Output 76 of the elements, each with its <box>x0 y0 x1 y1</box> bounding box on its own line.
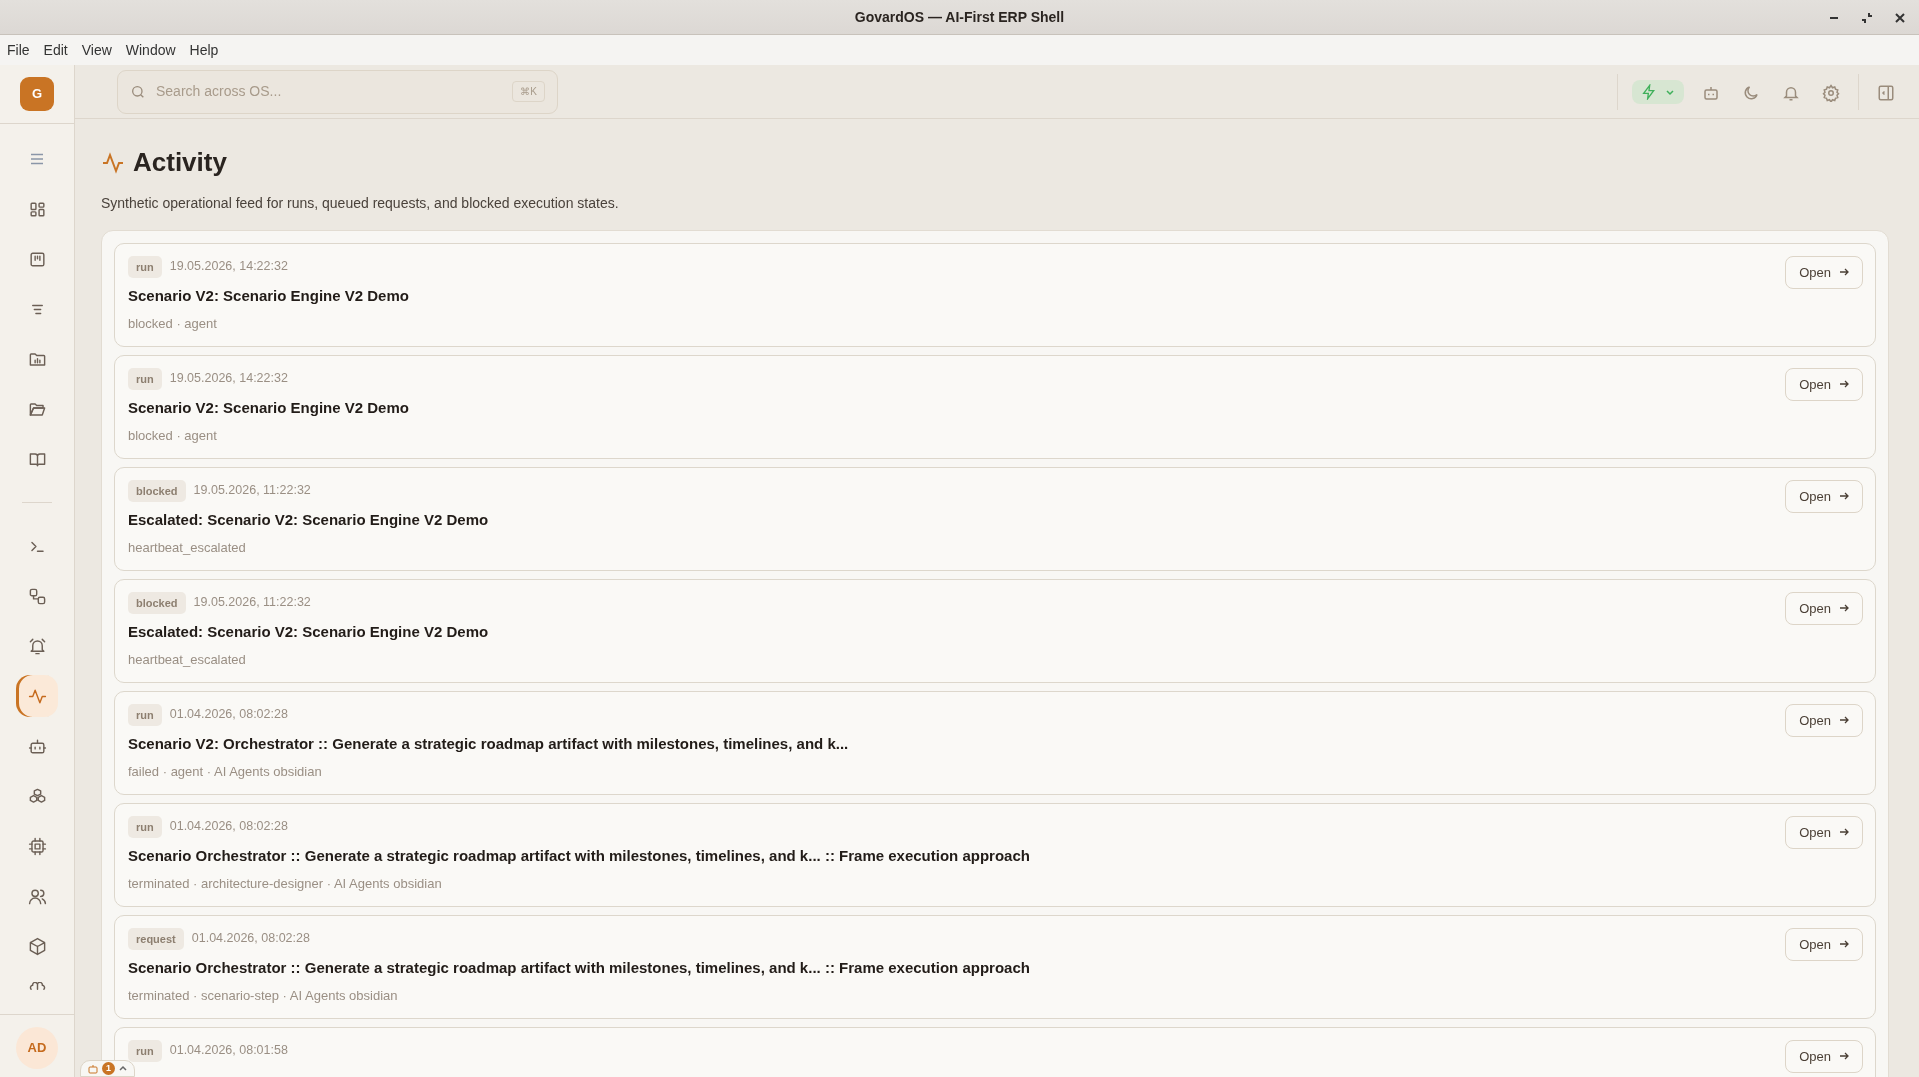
item-title: Scenario Orchestrator :: Generate a strategic roadmap artifact with milestones, timelines, and k... :: Frame execution approach <box>128 846 1031 867</box>
type-tag: run <box>128 815 162 839</box>
item-meta: terminated · architecture-designer · AI Agents obsidian <box>128 874 443 893</box>
open-button[interactable]: Open <box>1785 815 1863 850</box>
type-tag: blocked <box>128 591 186 615</box>
sidebar-button[interactable] <box>16 675 58 717</box>
arrow-icon <box>1839 267 1849 278</box>
item-title: Escalated: Scenario V2: Scenario Engine V2 Demo <box>128 510 490 531</box>
arrow-icon <box>1839 379 1849 390</box>
shortcut-hint: ⌘K <box>512 81 545 103</box>
arrow-icon <box>1839 603 1849 614</box>
close-icon[interactable] <box>1895 12 1905 23</box>
arrow-icon <box>1839 491 1849 502</box>
window-title: GovardOS — AI-First ERP Shell <box>854 7 1065 27</box>
timestamp: 19.05.2026, 14:22:32 <box>169 370 288 388</box>
chip-icon <box>27 836 47 856</box>
menu-item[interactable]: Window <box>118 39 183 61</box>
open-button[interactable]: Open <box>1785 927 1863 962</box>
open-button[interactable]: Open <box>1785 367 1863 402</box>
timestamp: 19.05.2026, 11:22:32 <box>193 594 311 612</box>
timestamp: 01.04.2026, 08:01:58 <box>169 1042 288 1060</box>
search-icon <box>130 83 146 100</box>
arrow-icon <box>1839 939 1849 950</box>
notification-count: 1 <box>102 1062 115 1075</box>
item-title: Escalated: Scenario V2: Scenario Engine V2 Demo <box>128 622 490 643</box>
open-button[interactable]: Open <box>1785 479 1863 514</box>
item-meta: terminated · scenario-step · AI Agents obsidian <box>128 986 399 1005</box>
page-subtitle: Synthetic operational feed for runs, queued requests, and blocked execution states. <box>101 193 620 213</box>
power-mode-dropdown[interactable] <box>1632 79 1684 104</box>
open-button[interactable]: Open <box>1785 703 1863 738</box>
item-title: Scenario V2: Scenario Engine V2 Demo <box>128 286 410 307</box>
item-meta: heartbeat_escalated <box>128 650 247 669</box>
robot-icon <box>27 736 47 756</box>
timestamp: 01.04.2026, 08:02:28 <box>169 818 288 836</box>
open-button[interactable]: Open <box>1785 255 1863 290</box>
open-button[interactable]: Open <box>1785 591 1863 626</box>
arrow-icon <box>1839 1051 1849 1062</box>
board-icon <box>27 249 47 269</box>
arrow-icon <box>1839 715 1849 726</box>
alarm-bell-icon <box>27 636 47 656</box>
grid-icon <box>27 199 47 219</box>
package-icon <box>27 936 47 956</box>
type-tag: request <box>128 927 184 951</box>
item-meta: heartbeat_escalated <box>128 538 247 557</box>
robot-icon <box>87 1062 99 1075</box>
arrow-icon <box>1839 827 1849 838</box>
restore-icon[interactable] <box>1861 11 1873 24</box>
menu-item[interactable]: File <box>0 39 37 61</box>
type-tag: run <box>128 367 162 391</box>
item-meta: failed · agent · AI Agents obsidian <box>128 762 323 781</box>
item-title: Scenario Orchestrator :: Generate a strategic roadmap artifact with milestones, timelines, and k... :: Frame execution approach <box>128 958 1031 979</box>
workflow-icon <box>27 586 47 606</box>
type-tag: run <box>128 703 162 727</box>
menu-item[interactable]: Edit <box>36 39 75 61</box>
open-button[interactable]: Open <box>1785 1039 1863 1074</box>
item-title: Scenario V2: Scenario Engine V2 Demo <box>128 398 410 419</box>
type-tag: blocked <box>128 479 186 503</box>
menu-item[interactable]: View <box>74 39 119 61</box>
timestamp: 01.04.2026, 08:02:28 <box>169 706 288 724</box>
type-tag: run <box>128 1039 162 1063</box>
brand-logo[interactable]: G <box>20 77 54 111</box>
item-meta: blocked · agent <box>128 314 218 333</box>
menu-item[interactable]: Help <box>182 39 226 61</box>
item-meta: blocked · agent <box>128 426 218 445</box>
agent-widget[interactable]: 1 <box>80 1060 135 1077</box>
brain-icon <box>27 982 47 990</box>
cubes-icon <box>27 786 47 806</box>
activity-icon <box>101 151 125 175</box>
item-title: Scenario V2: Orchestrator :: Generate a strategic roadmap artifact with milestones, timelines, and k... <box>128 734 850 755</box>
lightning-icon <box>1641 83 1657 100</box>
search-input[interactable]: Search across OS... <box>154 80 505 104</box>
timestamp: 19.05.2026, 11:22:32 <box>193 482 311 500</box>
timestamp: 01.04.2026, 08:02:28 <box>191 930 310 948</box>
page-title: Activity <box>133 147 227 179</box>
timestamp: 19.05.2026, 14:22:32 <box>169 258 288 276</box>
type-tag: run <box>128 255 162 279</box>
